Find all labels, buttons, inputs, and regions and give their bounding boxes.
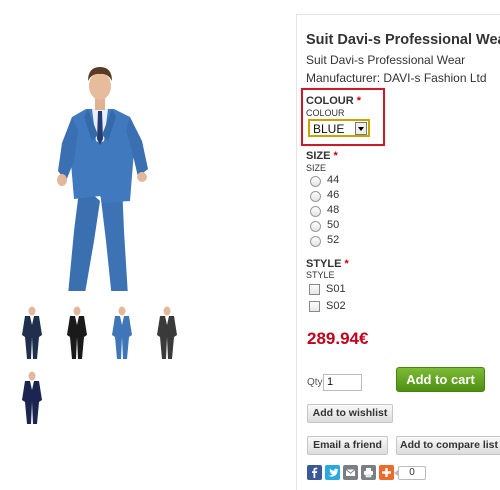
colour-select[interactable]: BLUE xyxy=(308,119,370,137)
size-option-label: 46 xyxy=(327,189,340,201)
product-subtitle: Suit Davi-s Professional Wear xyxy=(306,53,466,67)
email-share-icon[interactable] xyxy=(343,465,358,480)
qty-input[interactable]: 1 xyxy=(323,374,362,391)
size-radio[interactable] xyxy=(310,191,321,202)
product-price: 289.94€ xyxy=(307,329,369,348)
print-icon[interactable] xyxy=(361,465,376,480)
plus-share-icon[interactable] xyxy=(379,465,394,480)
chevron-down-icon[interactable] xyxy=(355,122,367,135)
manufacturer-text: Manufacturer: DAVI-s Fashion Ltd xyxy=(306,71,487,85)
size-sublabel: SIZE xyxy=(306,163,327,173)
style-sublabel: STYLE xyxy=(306,270,335,280)
share-count-badge: 0 xyxy=(394,466,426,480)
size-radio[interactable] xyxy=(310,176,321,187)
size-option-label: 52 xyxy=(327,234,340,246)
size-title-text: SIZE xyxy=(306,150,331,162)
style-checkbox[interactable] xyxy=(309,284,320,295)
thumbnail-navy-suit[interactable] xyxy=(12,303,52,361)
size-option-label: 44 xyxy=(327,174,340,186)
size-title: SIZE * xyxy=(306,150,338,162)
required-mark: * xyxy=(356,95,362,107)
twitter-icon[interactable] xyxy=(325,465,340,480)
thumbnail-blue-suit[interactable] xyxy=(102,303,142,361)
facebook-icon[interactable] xyxy=(307,465,322,480)
required-mark: * xyxy=(344,258,349,270)
thumbnail-black-suit[interactable] xyxy=(57,303,97,361)
size-radio[interactable] xyxy=(310,206,321,217)
thumbnail-dark-navy-suit[interactable] xyxy=(12,368,52,426)
colour-title: COLOUR * xyxy=(306,95,361,107)
add-to-wishlist-button[interactable]: Add to wishlist xyxy=(307,404,393,423)
size-radio[interactable] xyxy=(310,221,321,232)
size-option-label: 50 xyxy=(327,219,340,231)
style-title: STYLE * xyxy=(306,258,349,270)
style-option-label: S01 xyxy=(326,283,346,295)
add-to-compare-button[interactable]: Add to compare list xyxy=(396,436,500,455)
add-to-cart-button[interactable]: Add to cart xyxy=(396,367,485,392)
product-title: Suit Davi-s Professional Wear xyxy=(306,32,500,48)
colour-title-text: COLOUR xyxy=(306,95,354,107)
thumbnail-grey-suit[interactable] xyxy=(147,303,187,361)
size-radio[interactable] xyxy=(310,236,321,247)
required-mark: * xyxy=(333,150,338,162)
style-option-label: S02 xyxy=(326,300,346,312)
colour-sublabel: COLOUR xyxy=(306,108,345,118)
email-friend-button[interactable]: Email a friend xyxy=(307,436,388,455)
colour-select-value: BLUE xyxy=(313,122,345,136)
style-checkbox[interactable] xyxy=(309,301,320,312)
product-main-image[interactable] xyxy=(8,31,182,302)
style-title-text: STYLE xyxy=(306,258,342,270)
size-option-label: 48 xyxy=(327,204,340,216)
